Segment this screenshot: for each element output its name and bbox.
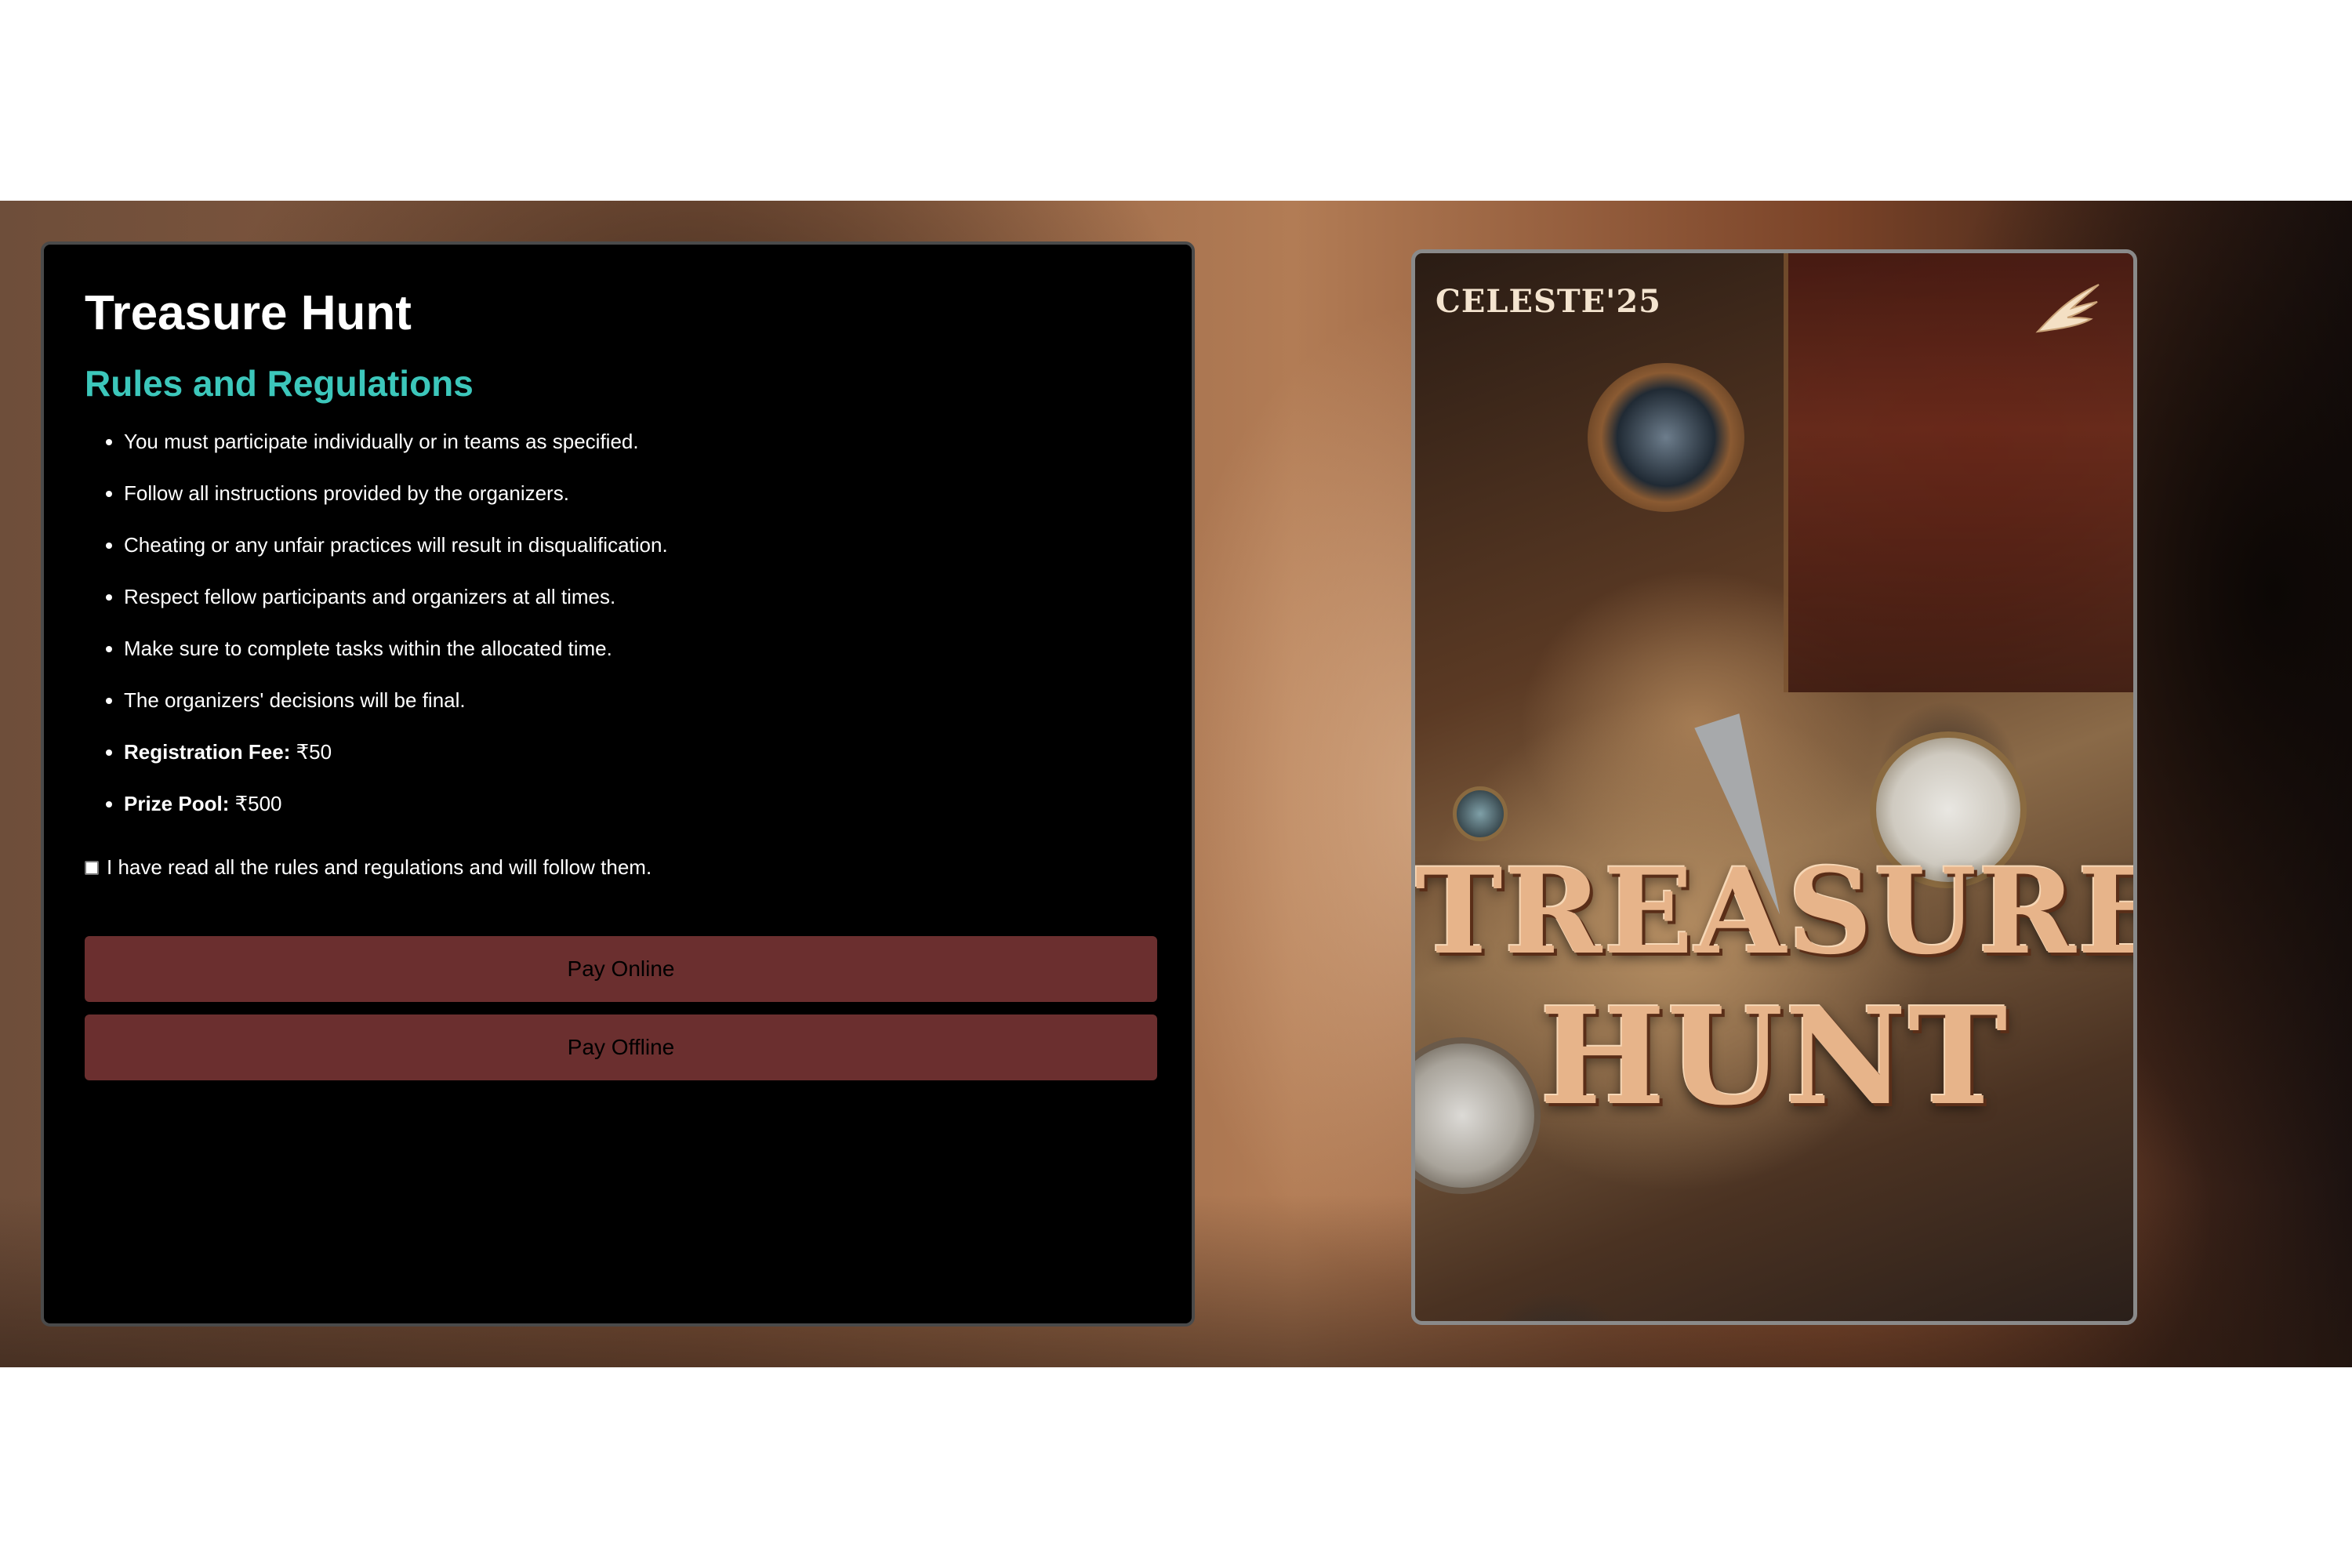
cup-icon (1588, 363, 1744, 512)
agreement-checkbox[interactable] (85, 860, 99, 875)
registration-fee-item: Registration Fee: ₹50 (124, 740, 1151, 764)
pay-offline-button[interactable]: Pay Offline (85, 1014, 1157, 1080)
pay-online-button[interactable]: Pay Online (85, 936, 1157, 1002)
event-title: Treasure Hunt (85, 286, 412, 340)
rules-card: Treasure Hunt Rules and Regulations You … (41, 241, 1195, 1327)
rule-item: Make sure to complete tasks within the a… (124, 637, 1151, 661)
compass-icon (1453, 786, 1508, 841)
poster-title-line2: HUNT (1539, 978, 2009, 1135)
prize-pool-label: Prize Pool: (124, 792, 230, 815)
rule-item: Cheating or any unfair practices will re… (124, 533, 1151, 557)
rule-item: You must participate individually or in … (124, 430, 1151, 454)
prize-pool-item: Prize Pool: ₹500 (124, 792, 1151, 816)
poster-title-line1: TREASURE (1415, 843, 2137, 981)
registration-fee-value: ₹50 (296, 740, 332, 764)
rule-item: The organizers' decisions will be final. (124, 688, 1151, 713)
agreement-row[interactable]: I have read all the rules and regulation… (85, 855, 1151, 880)
agreement-label[interactable]: I have read all the rules and regulation… (107, 855, 652, 880)
hero-background: Treasure Hunt Rules and Regulations You … (0, 201, 2352, 1367)
poster-brand: CELESTE'25 (1436, 283, 1661, 320)
registration-fee-label: Registration Fee: (124, 740, 291, 764)
rules-heading: Rules and Regulations (85, 363, 474, 404)
rules-list: You must participate individually or in … (85, 430, 1151, 816)
rule-item: Respect fellow participants and organize… (124, 585, 1151, 609)
page: Treasure Hunt Rules and Regulations You … (0, 0, 2352, 1568)
wing-icon (2035, 284, 2100, 333)
prize-pool-value: ₹500 (234, 792, 282, 815)
rule-item: Follow all instructions provided by the … (124, 481, 1151, 506)
event-poster: CELESTE'25 TREASURE HUNT (1411, 249, 2137, 1325)
